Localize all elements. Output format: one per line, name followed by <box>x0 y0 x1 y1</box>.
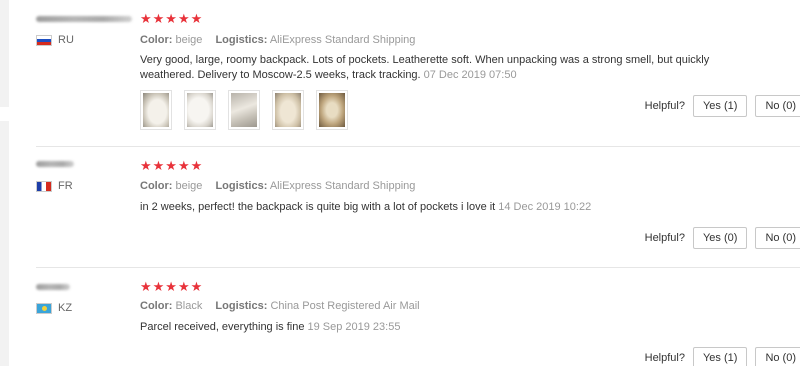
review-text: in 2 weeks, perfect! the backpack is qui… <box>140 201 592 213</box>
review-item: FR ★★★★★ Color: beige Logistics: AliExpr… <box>36 147 800 268</box>
helpful-vote: Helpful? Yes (1) No (0) <box>645 95 800 117</box>
username-blurred <box>36 161 74 167</box>
helpful-no-button[interactable]: No (0) <box>755 347 800 366</box>
review-date: 14 Dec 2019 10:22 <box>498 201 592 213</box>
helpful-label: Helpful? <box>644 100 685 112</box>
helpful-yes-button[interactable]: Yes (1) <box>692 347 748 366</box>
username-blurred <box>36 284 70 290</box>
helpful-label: Helpful? <box>644 232 685 244</box>
helpful-vote: Helpful? Yes (1) No (0) <box>645 347 800 366</box>
helpful-vote: Helpful? Yes (0) No (0) <box>645 227 800 249</box>
reviewer-country: RU <box>36 34 74 46</box>
reviewer-country: KZ <box>36 302 72 314</box>
review-item: KZ ★★★★★ Color: Black Logistics: China P… <box>36 268 800 366</box>
review-photo-thumbnail[interactable] <box>228 90 260 130</box>
order-info: Color: Black Logistics: China Post Regis… <box>140 300 420 312</box>
helpful-yes-button[interactable]: Yes (1) <box>692 95 748 117</box>
username-blurred <box>36 16 132 22</box>
ru-flag-icon <box>36 34 52 46</box>
review-item: RU ★★★★★ Color: beige Logistics: AliExpr… <box>36 0 800 147</box>
review-photos <box>140 90 348 130</box>
star-rating: ★★★★★ <box>140 11 204 26</box>
review-photo-thumbnail[interactable] <box>140 90 172 130</box>
review-date: 19 Sep 2019 23:55 <box>307 321 401 333</box>
review-text: Parcel received, everything is fine 19 Se… <box>140 321 401 333</box>
helpful-no-button[interactable]: No (0) <box>755 227 800 249</box>
review-text: Very good, large, roomy backpack. Lots o… <box>140 54 710 81</box>
order-info: Color: beige Logistics: AliExpress Stand… <box>140 34 416 46</box>
left-sidebar-strip <box>0 0 9 366</box>
star-rating: ★★★★★ <box>140 279 204 294</box>
helpful-no-button[interactable]: No (0) <box>755 95 800 117</box>
kz-flag-icon <box>36 302 52 314</box>
order-info: Color: beige Logistics: AliExpress Stand… <box>140 180 416 192</box>
review-photo-thumbnail[interactable] <box>316 90 348 130</box>
star-rating: ★★★★★ <box>140 158 204 173</box>
helpful-label: Helpful? <box>644 352 685 364</box>
review-photo-thumbnail[interactable] <box>272 90 304 130</box>
fr-flag-icon <box>36 180 52 192</box>
reviewer-country: FR <box>36 180 73 192</box>
review-date: 07 Dec 2019 07:50 <box>423 69 517 81</box>
helpful-yes-button[interactable]: Yes (0) <box>692 227 748 249</box>
review-photo-thumbnail[interactable] <box>184 90 216 130</box>
